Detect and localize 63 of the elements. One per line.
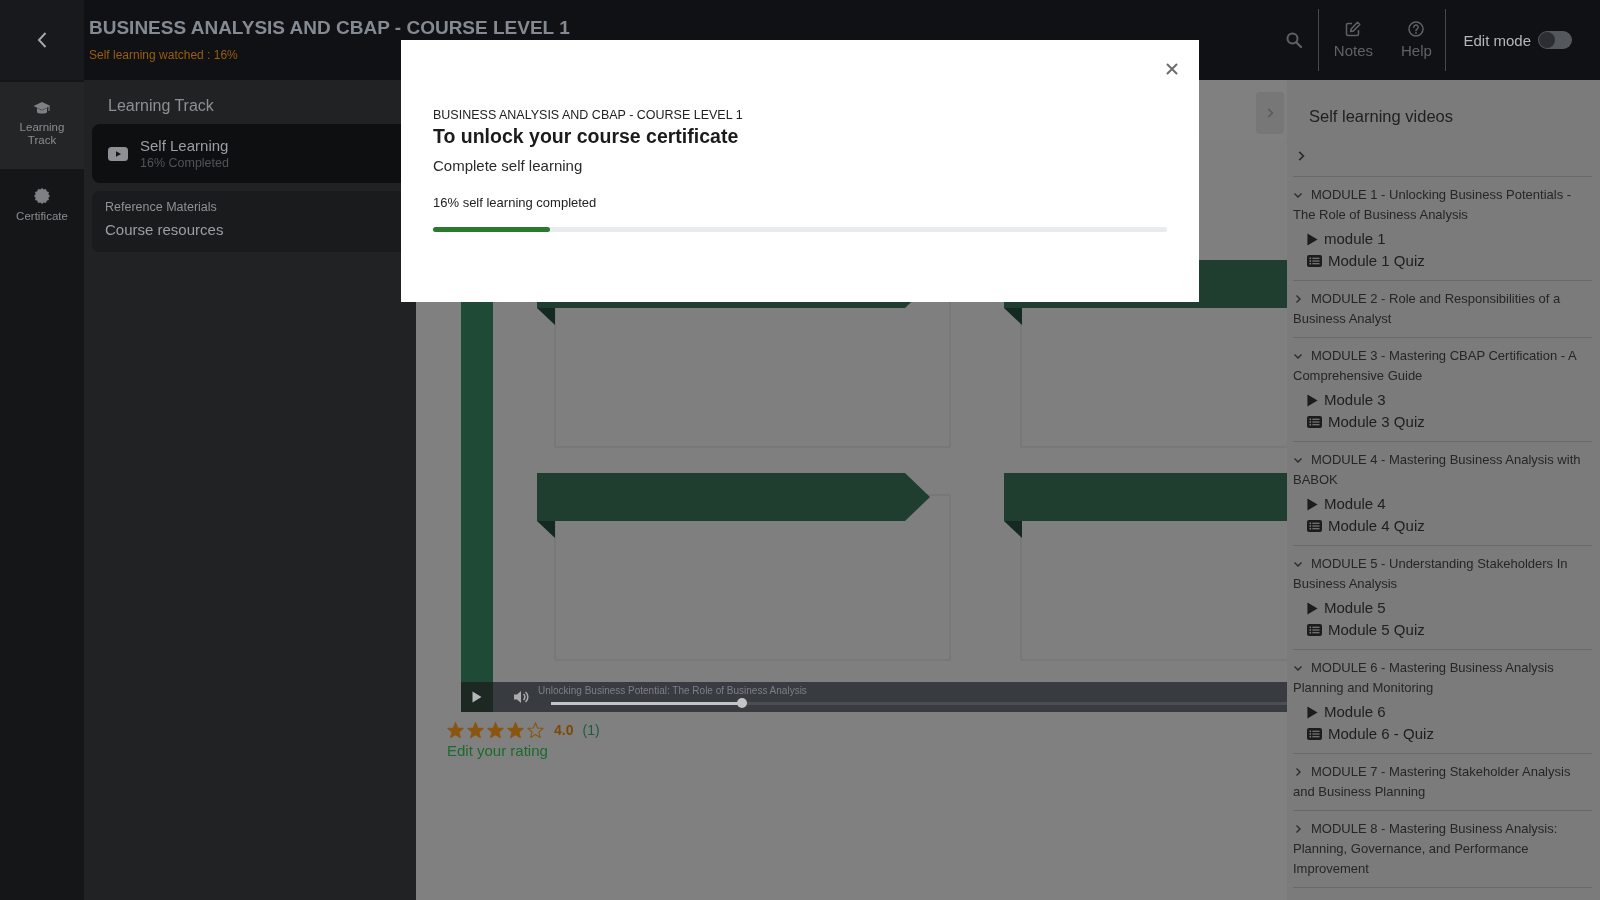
star-filled-icon bbox=[487, 722, 504, 738]
close-icon bbox=[1166, 63, 1178, 75]
play-icon bbox=[472, 691, 482, 703]
list-icon bbox=[1307, 728, 1322, 740]
video-item[interactable]: Module 3 bbox=[1307, 389, 1592, 411]
module-header[interactable]: MODULE 3 - Mastering CBAP Certification - A Comprehensive Guide bbox=[1293, 346, 1592, 386]
watched-progress-text: Self learning watched : 16% bbox=[89, 47, 239, 62]
module-header[interactable]: MODULE 8 - Mastering Business Analysis: Planning, Governance, and Performance Improvement bbox=[1293, 819, 1592, 879]
play-button[interactable] bbox=[461, 682, 493, 712]
module-header[interactable]: MODULE 6 - Mastering Business Analysis Planning and Monitoring bbox=[1293, 658, 1592, 698]
panel-title: Self learning videos bbox=[1308, 106, 1454, 126]
video-play-icon bbox=[108, 146, 128, 161]
module-header[interactable]: MODULE 1 - Unlocking Business Potentials - The Role of Business Analysis bbox=[1293, 185, 1592, 225]
video-item[interactable]: Module 5 bbox=[1307, 597, 1592, 619]
list-icon bbox=[1307, 416, 1322, 428]
module-header[interactable]: MODULE 4 - Mastering Business Analysis with BABOK bbox=[1293, 450, 1592, 490]
play-icon bbox=[1307, 393, 1318, 407]
volume-icon[interactable] bbox=[513, 689, 529, 705]
play-icon bbox=[1307, 601, 1318, 615]
quiz-item[interactable]: Module 1 Quiz bbox=[1307, 250, 1592, 272]
list-icon bbox=[1307, 255, 1322, 267]
close-button[interactable] bbox=[1163, 60, 1181, 78]
list-icon bbox=[1307, 624, 1322, 636]
quiz-item[interactable]: Module 5 Quiz bbox=[1307, 619, 1592, 641]
rail-tab[interactable]: Learning Track bbox=[0, 82, 84, 169]
module-header[interactable]: MODULE 7 - Mastering Stakeholder Analysis and Business Planning bbox=[1293, 762, 1592, 802]
play-icon bbox=[1307, 705, 1318, 719]
quiz-item[interactable]: Module 3 Quiz bbox=[1307, 411, 1592, 433]
course-title: BUSINESS ANALYSIS AND CBAP - COURSE LEVEL 1 bbox=[89, 16, 571, 39]
quiz-item[interactable]: Module 6 - Quiz bbox=[1307, 723, 1592, 745]
star-filled-icon bbox=[467, 722, 484, 738]
edit-mode-toggle[interactable] bbox=[1538, 31, 1572, 49]
notes-button[interactable]: Notes bbox=[1319, 21, 1388, 59]
seek-thumb[interactable] bbox=[737, 698, 748, 708]
star-outline-icon bbox=[527, 722, 544, 738]
star-filled-icon bbox=[447, 722, 464, 738]
search-icon bbox=[1286, 32, 1303, 48]
panel-heading: Learning Track bbox=[107, 97, 215, 115]
graduation-cap-icon bbox=[33, 101, 51, 115]
edit-mode-label: Edit mode bbox=[1463, 31, 1531, 49]
video-item[interactable]: module 1 bbox=[1307, 228, 1592, 250]
play-icon bbox=[1307, 497, 1318, 511]
video-item[interactable]: Module 4 bbox=[1307, 493, 1592, 515]
chevron-left-icon bbox=[37, 32, 47, 48]
video-title: Unlocking Business Potential: The Role of Business Analysis bbox=[538, 685, 807, 696]
pencil-square-icon bbox=[1345, 21, 1362, 37]
star-filled-icon bbox=[507, 722, 524, 738]
progress-label: 16% self learning completed bbox=[433, 195, 598, 210]
module-header[interactable]: MODULE 2 - Role and Responsibilities of a Business Analyst bbox=[1293, 289, 1592, 329]
requirement-text: Complete self learning bbox=[433, 157, 584, 174]
video-item[interactable]: Module 6 bbox=[1307, 701, 1592, 723]
list-icon bbox=[1307, 520, 1322, 532]
play-icon bbox=[1307, 232, 1318, 246]
help-icon bbox=[1408, 21, 1425, 37]
quiz-item[interactable]: Module 4 Quiz bbox=[1307, 515, 1592, 537]
rail-tab[interactable]: Certificate bbox=[0, 169, 84, 245]
module-header[interactable]: MODULE 5 - Understanding Stakeholders In Business Analysis bbox=[1293, 554, 1592, 594]
seal-icon bbox=[34, 188, 50, 204]
dialog-heading: To unlock your course certificate bbox=[433, 125, 740, 148]
dialog-course-name: BUSINESS ANALYSIS AND CBAP - COURSE LEVEL 1 bbox=[433, 108, 744, 122]
rating-count: (1) bbox=[582, 722, 600, 738]
help-button[interactable]: Help bbox=[1387, 21, 1446, 59]
rating-score: 4.0 bbox=[554, 722, 574, 738]
